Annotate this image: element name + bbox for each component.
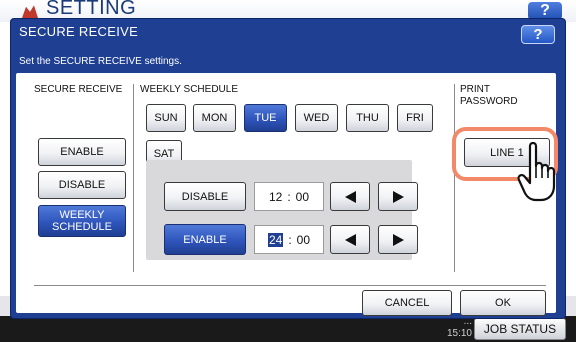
disable-right-arrow-button[interactable] [378, 182, 418, 211]
secure-receive-label: SECURE RECEIVE [34, 84, 123, 95]
weekly-schedule-label: WEEKLY SCHEDULE [140, 84, 238, 95]
right-arrow-icon [392, 190, 404, 203]
left-arrow-icon [344, 233, 356, 246]
weekly-schedule-button[interactable]: WEEKLY SCHEDULE [38, 205, 126, 237]
disable-time-sep: : [287, 189, 291, 204]
left-arrow-icon [344, 190, 356, 203]
dialog-message: Set the SECURE RECEIVE settings. [19, 56, 182, 67]
enable-right-arrow-button[interactable] [378, 225, 418, 254]
print-password-label: PRINT PASSWORD [460, 84, 518, 107]
hand-pointer-icon [517, 141, 556, 202]
clock: ... 15:10 [420, 316, 472, 340]
job-status-button[interactable]: JOB STATUS [474, 318, 566, 340]
disable-minute: 00 [295, 189, 310, 204]
ok-button[interactable]: OK [460, 290, 546, 316]
divider-right [454, 84, 455, 272]
divider-bottom [34, 285, 546, 286]
enable-hour: 24 [267, 232, 284, 247]
enable-button[interactable]: ENABLE [38, 138, 126, 166]
right-arrow-icon [392, 233, 404, 246]
enable-minute: 00 [296, 232, 311, 247]
disable-time-field[interactable]: 12 : 00 [254, 182, 324, 211]
enable-left-arrow-button[interactable] [330, 225, 370, 254]
day-tue-button[interactable]: TUE [244, 104, 287, 132]
setting-icon [22, 5, 38, 18]
app-title: SETTING [46, 0, 137, 19]
divider-left [133, 84, 134, 272]
day-mon-button[interactable]: MON [193, 104, 236, 132]
disable-button[interactable]: DISABLE [38, 171, 126, 199]
day-sun-button[interactable]: SUN [146, 104, 186, 132]
day-thu-button[interactable]: THU [346, 104, 389, 132]
enable-time-sep: : [288, 232, 292, 247]
day-wed-button[interactable]: WED [295, 104, 338, 132]
dialog-title: SECURE RECEIVE [19, 24, 139, 39]
enable-time-field[interactable]: 24 : 00 [254, 225, 324, 254]
enable-time-button[interactable]: ENABLE [164, 224, 246, 255]
time-text: 15:10 [446, 328, 472, 339]
cancel-button[interactable]: CANCEL [362, 290, 452, 316]
disable-left-arrow-button[interactable] [330, 182, 370, 211]
dialog-help-button[interactable]: ? [521, 25, 555, 44]
disable-hour: 12 [268, 189, 283, 204]
day-fri-button[interactable]: FRI [397, 104, 433, 132]
disable-time-button[interactable]: DISABLE [164, 182, 246, 211]
